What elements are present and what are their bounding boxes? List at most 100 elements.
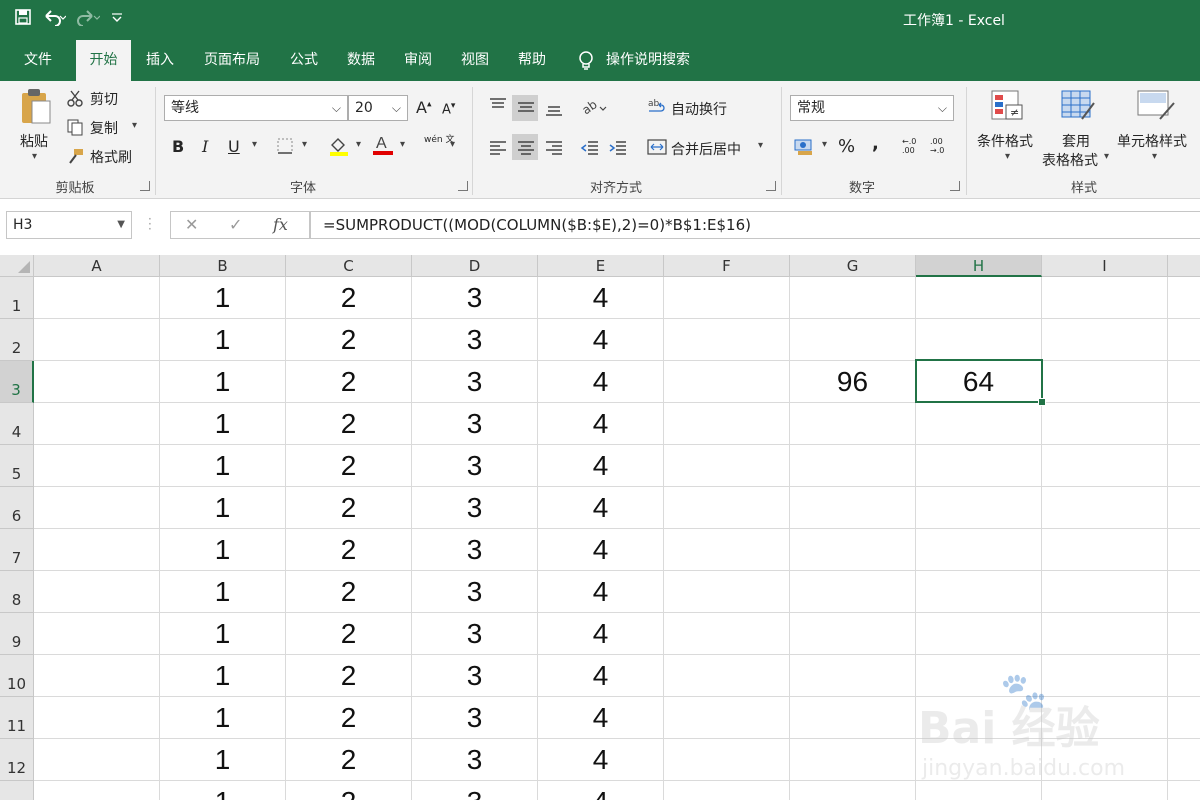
cut-button[interactable]: 剪切	[90, 89, 118, 109]
cell-f11[interactable]	[664, 697, 790, 739]
cell-a7[interactable]	[34, 529, 160, 571]
cell-c3[interactable]: 2	[286, 361, 412, 403]
format-as-table-line1[interactable]: 套用	[1062, 131, 1090, 151]
cell-c11[interactable]: 2	[286, 697, 412, 739]
row-header-5[interactable]: 5	[0, 445, 34, 487]
row-header-11[interactable]: 11	[0, 697, 34, 739]
cell-c6[interactable]: 2	[286, 487, 412, 529]
row-header-10[interactable]: 10	[0, 655, 34, 697]
decrease-decimal-button[interactable]: .00 →.0	[930, 137, 952, 155]
cell-g2[interactable]	[790, 319, 916, 361]
column-header-c[interactable]: C	[286, 255, 412, 277]
align-top-icon[interactable]	[488, 97, 508, 119]
cancel-icon[interactable]: ✕	[185, 215, 198, 234]
cell-styles-button[interactable]: 单元格样式	[1117, 131, 1187, 151]
tab-page-layout[interactable]: 页面布局	[194, 40, 270, 81]
cell-h9[interactable]	[916, 613, 1042, 655]
cell-h2[interactable]	[916, 319, 1042, 361]
cell-f5[interactable]	[664, 445, 790, 487]
format-painter-icon[interactable]	[66, 147, 84, 169]
format-as-table-button[interactable]: 表格格式	[1042, 150, 1098, 170]
cell-j8[interactable]	[1168, 571, 1200, 613]
percent-style-button[interactable]: %	[838, 136, 855, 157]
column-header-e[interactable]: E	[538, 255, 664, 277]
enter-icon[interactable]: ✓	[229, 215, 242, 234]
cell-b11[interactable]: 1	[160, 697, 286, 739]
cell-f9[interactable]	[664, 613, 790, 655]
font-size-combo[interactable]: 20 ⌵	[348, 95, 408, 121]
cell-c2[interactable]: 2	[286, 319, 412, 361]
cell-b10[interactable]: 1	[160, 655, 286, 697]
cell-c8[interactable]: 2	[286, 571, 412, 613]
cell-h4[interactable]	[916, 403, 1042, 445]
cell-d11[interactable]: 3	[412, 697, 538, 739]
cell-e5[interactable]: 4	[538, 445, 664, 487]
cell-e2[interactable]: 4	[538, 319, 664, 361]
cell-b12[interactable]: 1	[160, 739, 286, 781]
cell-j7[interactable]	[1168, 529, 1200, 571]
copy-button[interactable]: 复制	[90, 118, 118, 138]
chevron-down-icon[interactable]: ▾	[758, 140, 763, 151]
conditional-formatting-button[interactable]: 条件格式	[977, 131, 1033, 151]
cell-g12[interactable]	[790, 739, 916, 781]
lightbulb-icon[interactable]	[576, 40, 596, 81]
cell-a11[interactable]	[34, 697, 160, 739]
decrease-font-size-button[interactable]: A▾	[442, 101, 455, 117]
comma-style-button[interactable]: ,	[872, 133, 879, 154]
cell-cnext[interactable]: 2	[286, 781, 412, 800]
chevron-down-icon[interactable]: ▾	[822, 139, 827, 150]
format-painter-button[interactable]: 格式刷	[90, 147, 132, 167]
cell-g11[interactable]	[790, 697, 916, 739]
cell-c10[interactable]: 2	[286, 655, 412, 697]
cell-a3[interactable]	[34, 361, 160, 403]
decrease-indent-icon[interactable]	[580, 139, 600, 161]
cell-a10[interactable]	[34, 655, 160, 697]
cell-j1[interactable]	[1168, 277, 1200, 319]
cell-b7[interactable]: 1	[160, 529, 286, 571]
row-header-4[interactable]: 4	[0, 403, 34, 445]
cell-c4[interactable]: 2	[286, 403, 412, 445]
cell-c12[interactable]: 2	[286, 739, 412, 781]
cell-h7[interactable]	[916, 529, 1042, 571]
dialog-launcher-icon[interactable]	[766, 181, 776, 191]
increase-font-size-button[interactable]: A▴	[416, 98, 431, 117]
formula-input[interactable]: =SUMPRODUCT((MOD(COLUMN($B:$E),2)=0)*B$1…	[310, 211, 1200, 239]
paste-icon[interactable]	[18, 87, 54, 131]
cell-b2[interactable]: 1	[160, 319, 286, 361]
cell-a9[interactable]	[34, 613, 160, 655]
cell-h8[interactable]	[916, 571, 1042, 613]
orientation-icon[interactable]: ab	[579, 95, 608, 121]
fill-color-icon[interactable]	[328, 135, 350, 161]
row-header-6[interactable]: 6	[0, 487, 34, 529]
cell-h1[interactable]	[916, 277, 1042, 319]
scissors-icon[interactable]	[66, 89, 84, 111]
wrap-text-button[interactable]: 自动换行	[671, 99, 727, 119]
row-header-1[interactable]: 1	[0, 277, 34, 319]
align-left-icon[interactable]	[488, 139, 508, 161]
cell-b6[interactable]: 1	[160, 487, 286, 529]
accounting-format-icon[interactable]	[794, 137, 816, 161]
cell-d5[interactable]: 3	[412, 445, 538, 487]
cell-f4[interactable]	[664, 403, 790, 445]
cell-b8[interactable]: 1	[160, 571, 286, 613]
cell-d7[interactable]: 3	[412, 529, 538, 571]
cell-a4[interactable]	[34, 403, 160, 445]
align-bottom-icon[interactable]	[544, 101, 564, 123]
chevron-down-icon[interactable]: ▾	[302, 139, 307, 150]
cell-f10[interactable]	[664, 655, 790, 697]
customize-qat-icon[interactable]	[110, 10, 124, 29]
format-as-table-icon[interactable]	[1060, 89, 1096, 127]
cell-f7[interactable]	[664, 529, 790, 571]
cell-j5[interactable]	[1168, 445, 1200, 487]
column-header-j[interactable]	[1168, 255, 1200, 277]
cell-g6[interactable]	[790, 487, 916, 529]
cell-d1[interactable]: 3	[412, 277, 538, 319]
cell-e6[interactable]: 4	[538, 487, 664, 529]
wrap-text-icon[interactable]: ab	[647, 97, 667, 121]
cell-d2[interactable]: 3	[412, 319, 538, 361]
cell-f2[interactable]	[664, 319, 790, 361]
cell-g8[interactable]	[790, 571, 916, 613]
cell-j2[interactable]	[1168, 319, 1200, 361]
row-header-8[interactable]: 8	[0, 571, 34, 613]
align-center-icon[interactable]	[516, 139, 536, 161]
